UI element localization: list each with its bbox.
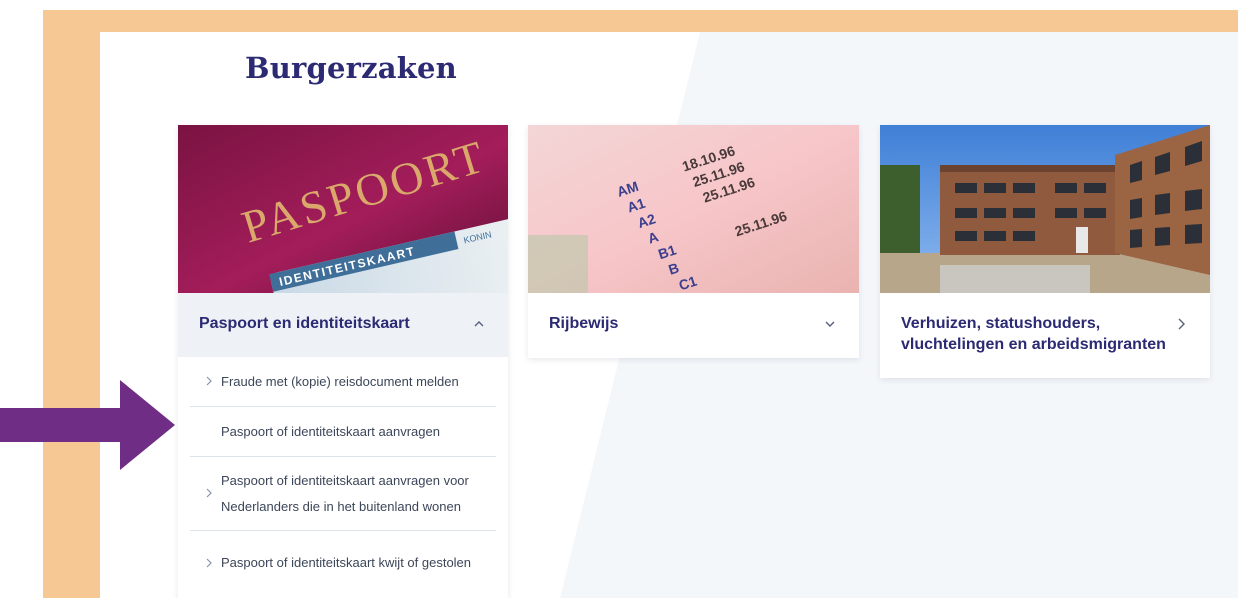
card-paspoort: PASPOORT IDENTITEITSKAART KONIN Paspoort… xyxy=(178,125,508,598)
card-rijbewijs: AM A1 A2 A B1 B C1 C D1 18.10.96 25.11.9… xyxy=(528,125,859,358)
verhuizen-image xyxy=(880,125,1210,293)
card-header-paspoort[interactable]: Paspoort en identiteitskaart xyxy=(178,293,508,357)
card-title-verhuizen[interactable]: Verhuizen, statushouders, vluchtelingen … xyxy=(901,313,1174,355)
highlight-frame: Burgerzaken PASPOORT IDENTITEITSKAART KO… xyxy=(43,10,1238,598)
chevron-down-icon[interactable] xyxy=(823,317,837,331)
chevron-right-icon xyxy=(205,486,221,501)
list-item[interactable]: Fraude met (kopie) reisdocument melden xyxy=(190,357,496,407)
list-item[interactable]: Paspoort of identiteitskaart kwijt of ge… xyxy=(190,531,496,595)
list-item[interactable]: Paspoort of identiteitskaart aanvragen xyxy=(190,407,496,457)
page-content: Burgerzaken PASPOORT IDENTITEITSKAART KO… xyxy=(100,32,1238,598)
link-aanvragen[interactable]: Paspoort of identiteitskaart aanvragen xyxy=(221,419,440,445)
paspoort-image: PASPOORT IDENTITEITSKAART KONIN xyxy=(178,125,508,293)
card-title-paspoort[interactable]: Paspoort en identiteitskaart xyxy=(199,313,472,334)
chevron-right-icon xyxy=(205,374,221,389)
card-verhuizen: Verhuizen, statushouders, vluchtelingen … xyxy=(880,125,1210,378)
page-title: Burgerzaken xyxy=(245,51,457,85)
rijbewijs-image: AM A1 A2 A B1 B C1 C D1 18.10.96 25.11.9… xyxy=(528,125,859,293)
paspoort-link-list: Fraude met (kopie) reisdocument melden P… xyxy=(190,357,496,595)
link-aanvragen-buitenland[interactable]: Paspoort of identiteitskaart aanvragen v… xyxy=(221,468,490,520)
paspoort-photo: PASPOORT IDENTITEITSKAART KONIN xyxy=(178,125,508,293)
link-fraude[interactable]: Fraude met (kopie) reisdocument melden xyxy=(221,369,459,395)
arrow-right-icon xyxy=(0,380,175,470)
building-photo xyxy=(880,125,1210,293)
chevron-right-icon[interactable] xyxy=(1174,317,1188,331)
chevron-up-icon[interactable] xyxy=(472,317,486,331)
card-title-rijbewijs[interactable]: Rijbewijs xyxy=(549,313,823,334)
rijbewijs-photo: AM A1 A2 A B1 B C1 C D1 18.10.96 25.11.9… xyxy=(528,125,859,293)
list-item[interactable]: Paspoort of identiteitskaart aanvragen v… xyxy=(190,457,496,531)
card-header-verhuizen[interactable]: Verhuizen, statushouders, vluchtelingen … xyxy=(880,293,1210,357)
chevron-right-icon xyxy=(205,556,221,571)
link-kwijt-gestolen[interactable]: Paspoort of identiteitskaart kwijt of ge… xyxy=(221,550,471,576)
card-header-rijbewijs[interactable]: Rijbewijs xyxy=(528,293,859,357)
